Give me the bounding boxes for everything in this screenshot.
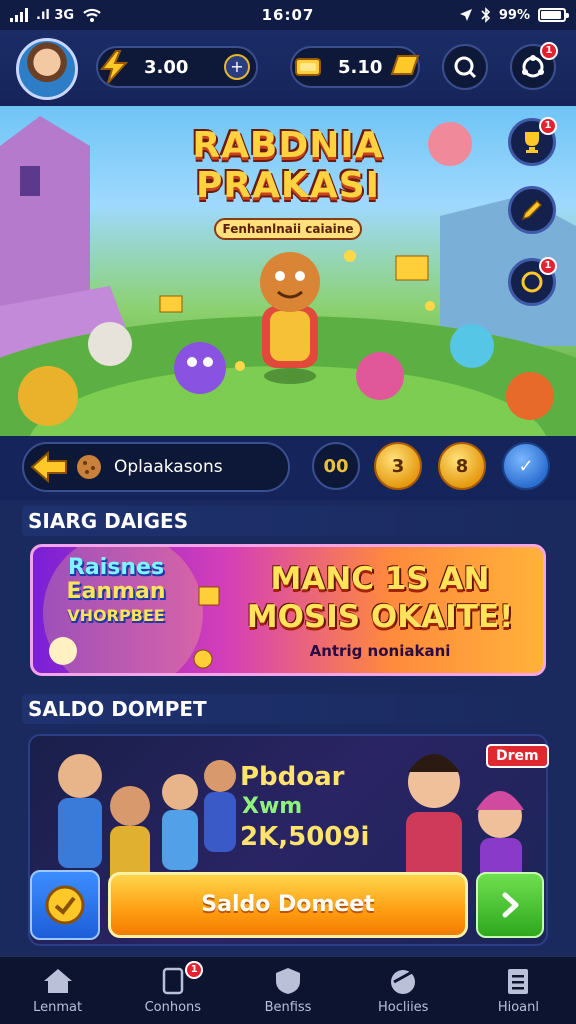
pencil-icon <box>521 199 543 221</box>
nav-item-list[interactable]: Hioanl <box>461 957 576 1024</box>
avatar[interactable] <box>16 38 78 100</box>
promo-logo-line2: Eanman <box>66 579 166 604</box>
promo-headline-line2: MOSIS OKAITE! <box>246 599 514 635</box>
nav-label-tablet: Conhons <box>144 1000 202 1015</box>
wallet-section-title: SALDO DOMPET <box>22 694 554 724</box>
battery-percent: 99% <box>498 7 530 23</box>
add-gems-button[interactable]: + <box>224 54 250 80</box>
arrow-left-icon <box>30 450 67 484</box>
location-icon <box>459 9 472 21</box>
nav-item-shield[interactable]: Benfiss <box>230 957 345 1024</box>
gold-bar-icon[interactable] <box>386 48 422 84</box>
options-label: Oplaakasons <box>114 457 223 477</box>
battery-icon <box>538 8 569 22</box>
gems-balance[interactable]: 3.00 + <box>96 46 258 88</box>
nav-label-home: Lenmat <box>33 1000 83 1015</box>
trophy-badge: 1 <box>539 117 557 135</box>
hero-title: RABDNIA PRAKASI <box>176 126 400 206</box>
nav-item-tablet[interactable]: 1 Conhons <box>115 957 230 1024</box>
status-time: 16:07 <box>261 6 315 24</box>
next-button[interactable] <box>476 872 544 938</box>
promo-logo-line3: VHORPBEE <box>67 606 165 625</box>
featured-section-title: SIARG DAIGES <box>22 506 554 536</box>
chat-badge: 1 <box>539 257 557 275</box>
chevron-right-icon <box>502 892 519 918</box>
hero-title-line2: PRAKASI <box>195 165 381 206</box>
promo-logo: Raisnes Eanman VHORPBEE <box>36 556 196 628</box>
promo-logo-line1: Raisnes <box>67 555 165 580</box>
home-icon <box>43 969 72 993</box>
options-pill[interactable]: Oplaakasons <box>22 442 290 492</box>
wallet-tag[interactable]: Drem <box>486 744 549 768</box>
reward-coin-icon <box>45 885 85 925</box>
side-button-pencil[interactable] <box>508 186 556 234</box>
lightning-gem-icon <box>99 50 129 84</box>
list-icon <box>508 969 529 994</box>
search-button[interactable] <box>442 44 488 90</box>
nav-item-bird[interactable]: Hocliies <box>346 957 461 1024</box>
trophy-icon <box>525 132 539 153</box>
wallet-title-line: Pbdoar <box>240 762 345 792</box>
wallet-subtitle-line: Xwm <box>242 794 303 819</box>
settings-button[interactable]: 1 <box>510 42 558 90</box>
nav-badge: 1 <box>185 961 204 979</box>
wifi-icon <box>83 8 101 22</box>
cookie-icon <box>77 455 101 479</box>
option-button-1[interactable]: 00 <box>312 442 360 490</box>
nav-label-list: Hioanl <box>497 1000 539 1015</box>
bottom-nav: Lenmat 1 Conhons Benfiss Hocliies Hioanl <box>0 956 576 1024</box>
promo-headline: MANC 1S AN MOSIS OKAITE! <box>230 560 530 636</box>
status-bar: .ıl 3G 16:07 99% <box>0 0 576 30</box>
saldo-dompet-button[interactable]: Saldo Domeet <box>108 872 468 938</box>
hero-title-line1: RABDNIA <box>192 125 384 166</box>
option-button-2[interactable]: 3 <box>374 442 422 490</box>
promo-subtext: Antrig noniakani <box>309 642 451 660</box>
side-button-trophy[interactable]: 1 <box>508 117 557 166</box>
network-label: .ıl 3G <box>36 7 75 23</box>
top-header: 3.00 + 5.10 1 <box>0 30 576 106</box>
chat-icon <box>521 271 543 293</box>
settings-badge: 1 <box>540 42 558 60</box>
gems-value: 3.00 <box>144 56 189 78</box>
promo-headline-line1: MANC 1S AN <box>270 561 490 597</box>
wallet-amount: 2K,5009i <box>240 822 370 852</box>
side-button-chat[interactable]: 1 <box>508 257 557 306</box>
nav-item-home[interactable]: Lenmat <box>0 957 115 1024</box>
bluetooth-icon <box>481 7 491 23</box>
hero-banner[interactable]: RABDNIA PRAKASI Fenhanlnaii caiaine 1 1 <box>0 106 576 436</box>
wallet-reward-button[interactable] <box>30 870 100 940</box>
search-icon <box>454 56 477 79</box>
option-button-4[interactable]: ✓ <box>502 442 550 490</box>
nav-label-shield: Benfiss <box>264 1000 312 1015</box>
option-button-3[interactable]: 8 <box>438 442 486 490</box>
gold-coin-icon <box>295 58 321 76</box>
signal-icon <box>10 8 28 22</box>
nav-label-bird: Hocliies <box>377 1000 429 1015</box>
shield-icon <box>276 968 300 994</box>
hero-subtitle: Fenhanlnaii caiaine <box>214 218 362 240</box>
bird-icon <box>391 970 416 994</box>
